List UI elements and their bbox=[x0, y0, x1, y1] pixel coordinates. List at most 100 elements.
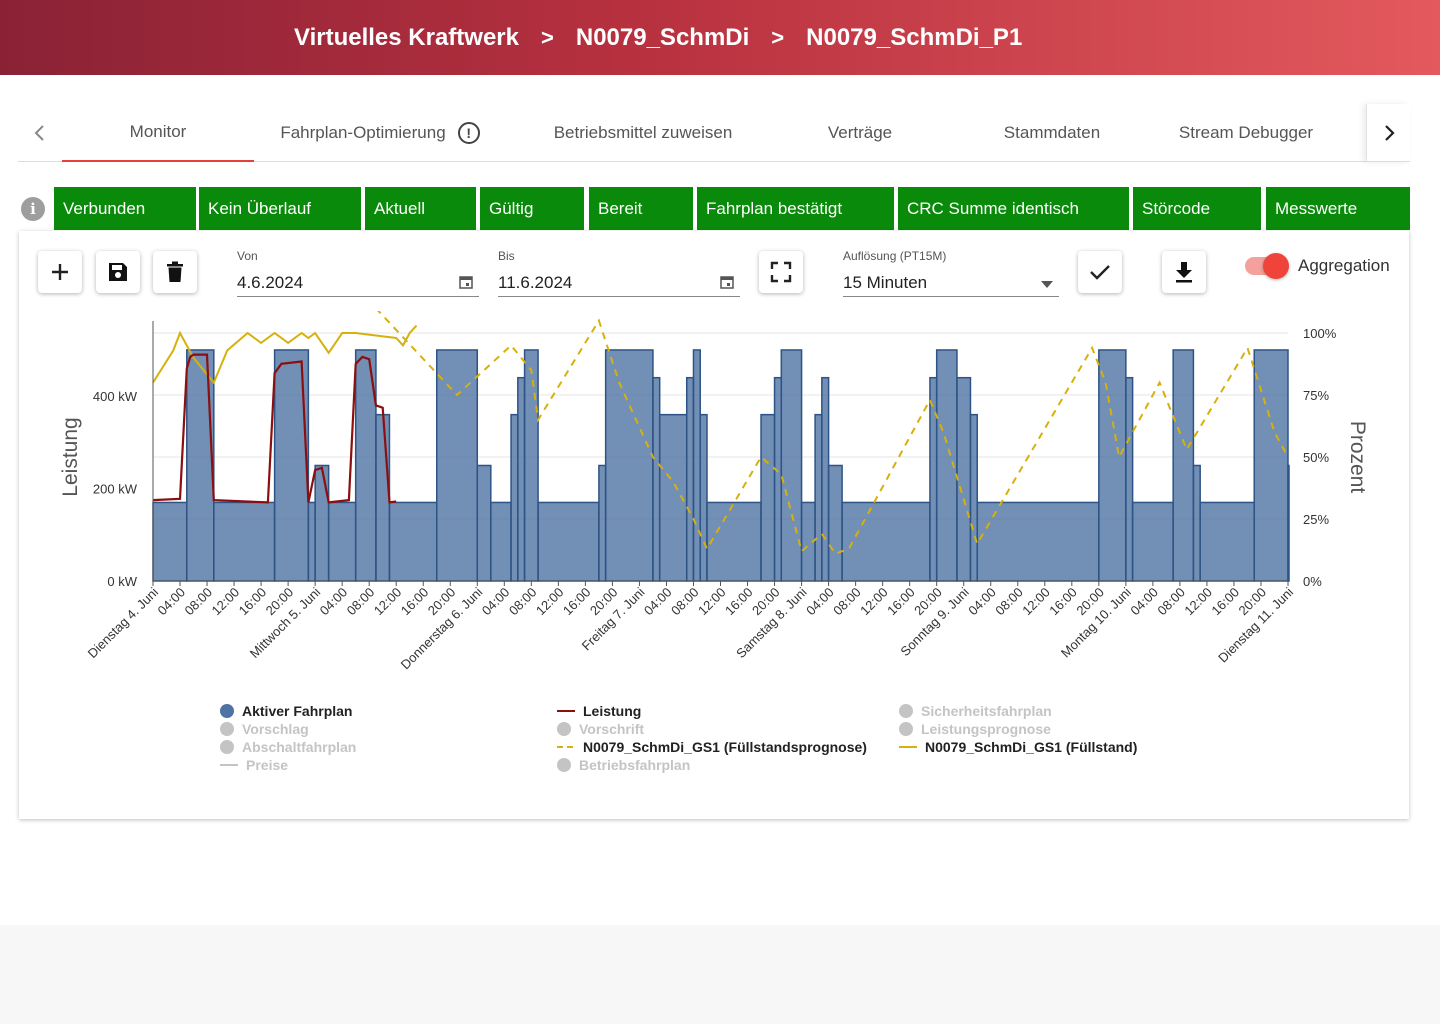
tab-scroll-left-button[interactable] bbox=[18, 104, 62, 162]
status-chip: Störcode bbox=[1133, 187, 1261, 230]
legend-item[interactable]: Abschaltfahrplan bbox=[220, 739, 356, 755]
x-tick-label: 12:00 bbox=[1019, 585, 1053, 619]
x-tick-label: 04:00 bbox=[965, 585, 999, 619]
legend-label: Abschaltfahrplan bbox=[242, 739, 357, 755]
legend-item[interactable]: Sicherheitsfahrplan bbox=[899, 703, 1052, 719]
y-tick-label-left: 0 kW bbox=[107, 574, 137, 589]
legend-marker bbox=[557, 746, 575, 748]
y-tick-label-right: 0% bbox=[1303, 574, 1322, 589]
legend-item[interactable]: N0079_SchmDi_GS1 (Füllstandsprognose) bbox=[557, 739, 867, 755]
breadcrumb-item-plant[interactable]: N0079_SchmDi bbox=[576, 24, 749, 52]
schedule-bar bbox=[699, 413, 708, 582]
calendar-icon[interactable] bbox=[720, 275, 734, 289]
legend-item[interactable]: Preise bbox=[220, 757, 288, 773]
delete-button[interactable] bbox=[153, 251, 197, 293]
legend-item[interactable]: Vorschlag bbox=[220, 721, 309, 737]
x-tick-label: Dienstag 4. Juni bbox=[85, 584, 162, 661]
schedule-bar bbox=[517, 376, 526, 582]
tab-betriebsmittel[interactable]: Betriebsmittel zuweisen bbox=[533, 104, 753, 162]
tab-bar: Monitor Fahrplan-Optimierung! Betriebsmi… bbox=[18, 104, 1410, 162]
tab-label: Verträge bbox=[827, 123, 893, 142]
schedule-bar bbox=[841, 501, 931, 582]
tab-fahrplan-optimierung[interactable]: Fahrplan-Optimierung! bbox=[260, 104, 500, 162]
y-tick-label-right: 100% bbox=[1303, 326, 1337, 341]
legend-item[interactable]: N0079_SchmDi_GS1 (Füllstand) bbox=[899, 739, 1137, 755]
schedule-bar bbox=[307, 501, 316, 582]
tab-label: Fahrplan-Optimierung bbox=[280, 123, 446, 142]
status-chip: Gültig bbox=[480, 187, 584, 230]
legend-label: N0079_SchmDi_GS1 (Füllstand) bbox=[925, 739, 1138, 755]
schedule-bar bbox=[773, 376, 783, 582]
save-button[interactable] bbox=[96, 251, 140, 293]
apply-button[interactable] bbox=[1078, 251, 1122, 293]
legend-item[interactable]: Aktiver Fahrplan bbox=[220, 703, 352, 719]
y-axis-title-left: Leistung bbox=[59, 417, 82, 496]
y-tick-label-right: 75% bbox=[1303, 388, 1329, 403]
chevron-right-icon bbox=[1384, 125, 1395, 141]
x-tick-label: 08:00 bbox=[1154, 585, 1188, 619]
schedule-bar bbox=[760, 413, 776, 582]
download-button[interactable] bbox=[1162, 251, 1206, 293]
schedule-bar bbox=[510, 413, 519, 582]
legend-label: Leistung bbox=[583, 703, 642, 719]
schedule-bar bbox=[388, 501, 438, 582]
legend-label: Vorschrift bbox=[579, 721, 645, 737]
legend-marker bbox=[899, 722, 913, 736]
legend-item[interactable]: Vorschrift bbox=[557, 721, 644, 737]
schedule-bar bbox=[821, 376, 830, 582]
y-axis-title-right: Prozent bbox=[1346, 421, 1369, 494]
date-to-field[interactable]: Bis 11.6.2024 bbox=[498, 249, 740, 297]
tab-label: Stammdaten bbox=[1003, 123, 1101, 142]
schedule-bar bbox=[598, 464, 607, 582]
legend-item[interactable]: Betriebsfahrplan bbox=[557, 757, 690, 773]
field-value: 4.6.2024 bbox=[237, 273, 304, 292]
y-tick-label-left: 400 kW bbox=[93, 389, 138, 404]
legend-item[interactable]: Leistung bbox=[557, 703, 641, 719]
tab-monitor[interactable]: Monitor bbox=[62, 104, 254, 162]
y-tick-label-right: 50% bbox=[1303, 450, 1329, 465]
tab-label: Betriebsmittel zuweisen bbox=[553, 123, 733, 142]
x-tick-label: 08:00 bbox=[506, 585, 540, 619]
legend-label: Leistungsprognose bbox=[921, 721, 1051, 737]
legend-marker bbox=[220, 704, 234, 718]
status-chip: Messwerte bbox=[1266, 187, 1410, 230]
x-tick-label: 12:00 bbox=[209, 585, 243, 619]
tab-vertraege[interactable]: Verträge bbox=[778, 104, 942, 162]
schedule-bar bbox=[827, 464, 843, 582]
date-from-field[interactable]: Von 4.6.2024 bbox=[237, 249, 479, 297]
breadcrumb-item-root[interactable]: Virtuelles Kraftwerk bbox=[294, 24, 519, 52]
status-chip: CRC Summe identisch bbox=[898, 187, 1129, 230]
schedule-bar bbox=[1098, 349, 1127, 582]
resolution-select[interactable]: Auflösung (PT15M) 15 Minuten bbox=[843, 249, 1059, 297]
legend-label: Preise bbox=[246, 757, 289, 773]
schedule-bar bbox=[490, 501, 512, 582]
fullscreen-button[interactable] bbox=[759, 251, 803, 293]
tab-stammdaten[interactable]: Stammdaten bbox=[968, 104, 1136, 162]
x-tick-label: 04:00 bbox=[155, 585, 189, 619]
legend-marker bbox=[220, 764, 238, 766]
schedule-bar bbox=[929, 376, 938, 582]
tab-label: Monitor bbox=[129, 122, 187, 141]
toggle-knob bbox=[1263, 253, 1289, 279]
tab-stream-debugger[interactable]: Stream Debugger bbox=[1153, 104, 1339, 162]
info-icon[interactable]: i bbox=[21, 197, 45, 221]
status-chip: Fahrplan bestätigt bbox=[697, 187, 894, 230]
schedule-bar bbox=[537, 501, 600, 582]
check-icon bbox=[1090, 265, 1110, 280]
legend-label: Vorschlag bbox=[242, 721, 309, 737]
schedule-bar bbox=[152, 501, 188, 582]
aggregation-toggle[interactable] bbox=[1245, 253, 1289, 279]
schedule-bar bbox=[956, 376, 972, 582]
schedule-bar bbox=[1253, 349, 1289, 582]
add-button[interactable] bbox=[38, 251, 82, 293]
legend-item[interactable]: Leistungsprognose bbox=[899, 721, 1051, 737]
tab-scroll-right-button[interactable] bbox=[1366, 104, 1410, 162]
schedule-bar bbox=[969, 413, 978, 582]
monitor-card: Von 4.6.2024 Bis 11.6.2024 Auflösung (PT… bbox=[19, 231, 1409, 819]
schedule-bar bbox=[1199, 501, 1255, 582]
schedule-bar bbox=[692, 349, 701, 582]
aggregation-label: Aggregation bbox=[1298, 256, 1390, 275]
schedule-bar bbox=[706, 501, 762, 582]
calendar-icon[interactable] bbox=[459, 275, 473, 289]
x-tick-label: 12:00 bbox=[857, 585, 891, 619]
